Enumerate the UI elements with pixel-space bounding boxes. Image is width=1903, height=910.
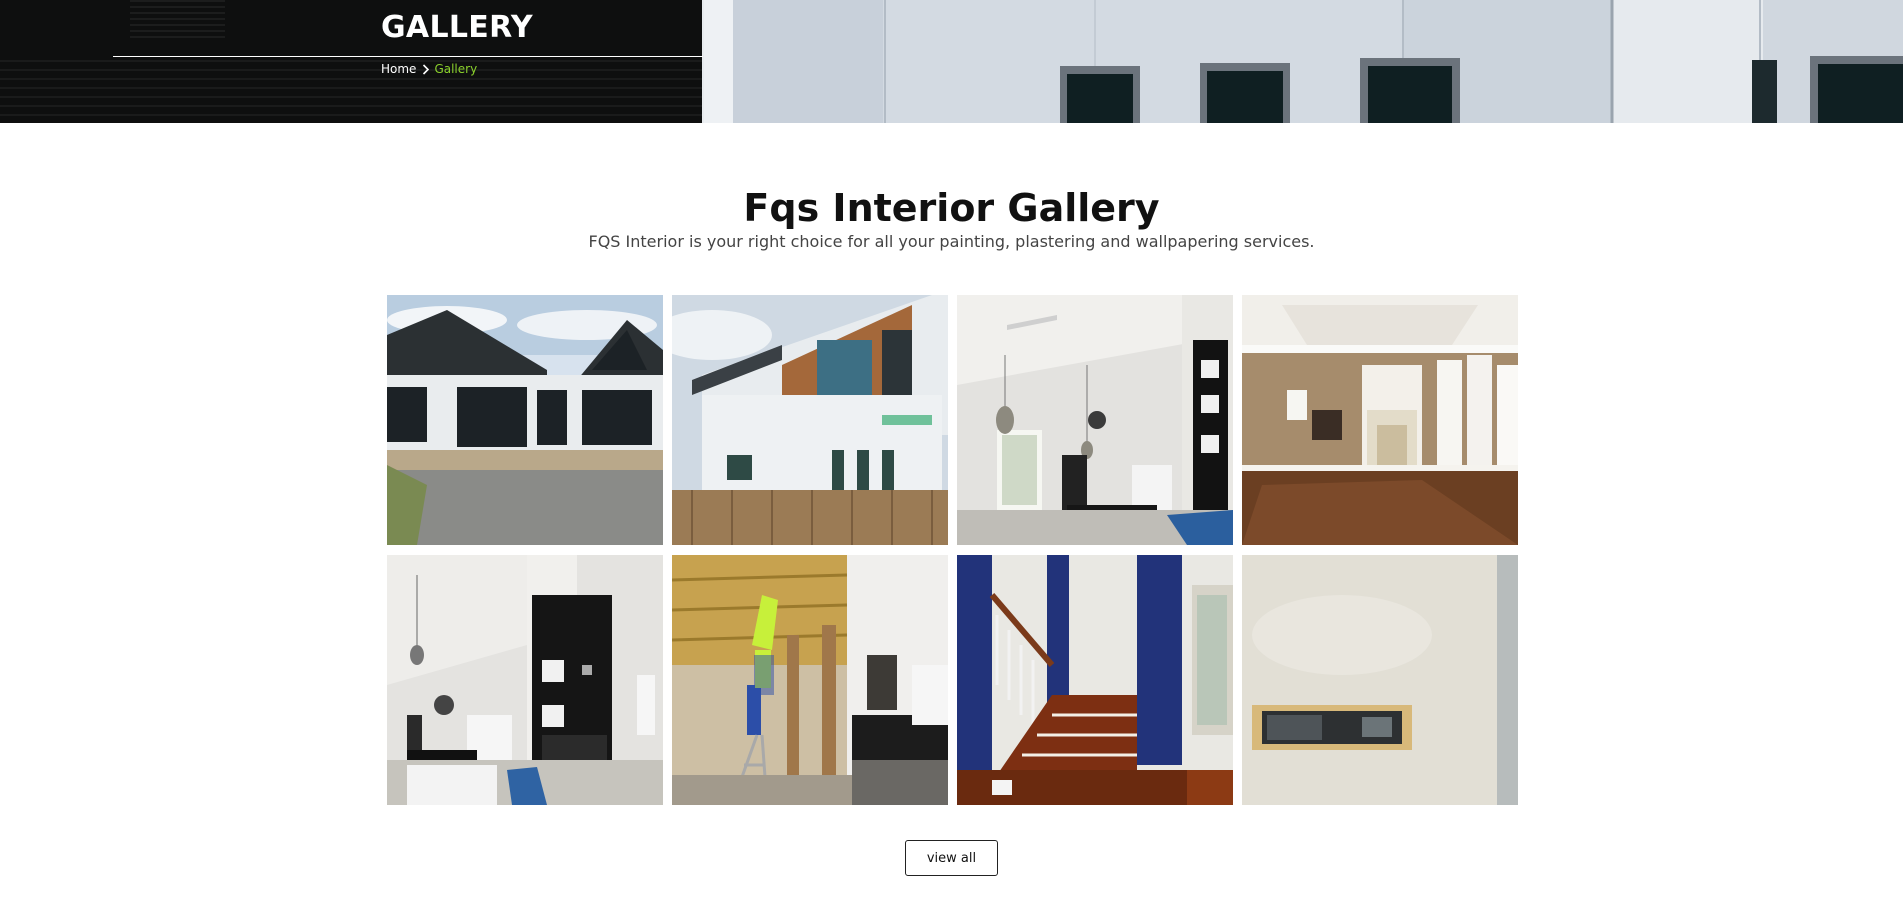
page-hero: GALLERY Home Gallery	[0, 0, 1903, 123]
chevron-right-icon	[422, 63, 430, 75]
gallery-image-8[interactable]	[1242, 555, 1518, 805]
breadcrumb: Home Gallery	[381, 62, 477, 76]
gallery-image-1[interactable]	[387, 295, 663, 545]
gallery-image-2[interactable]	[672, 295, 948, 545]
view-all-button[interactable]: view all	[905, 840, 998, 876]
breadcrumb-current: Gallery	[434, 62, 478, 76]
gallery-subtitle: FQS Interior is your right choice for al…	[588, 232, 1315, 251]
gallery-image-3[interactable]	[957, 295, 1233, 545]
gallery-heading: Fqs Interior Gallery	[743, 186, 1160, 230]
hero-divider	[702, 0, 704, 123]
gallery-image-4[interactable]	[1242, 295, 1518, 545]
page-title: GALLERY	[381, 10, 533, 45]
gallery-image-7[interactable]	[957, 555, 1233, 805]
gallery-image-5[interactable]	[387, 555, 663, 805]
title-underline	[113, 56, 703, 57]
hero-dark-overlay	[0, 0, 703, 123]
gallery-image-6[interactable]	[672, 555, 948, 805]
breadcrumb-home-link[interactable]: Home	[381, 62, 416, 76]
